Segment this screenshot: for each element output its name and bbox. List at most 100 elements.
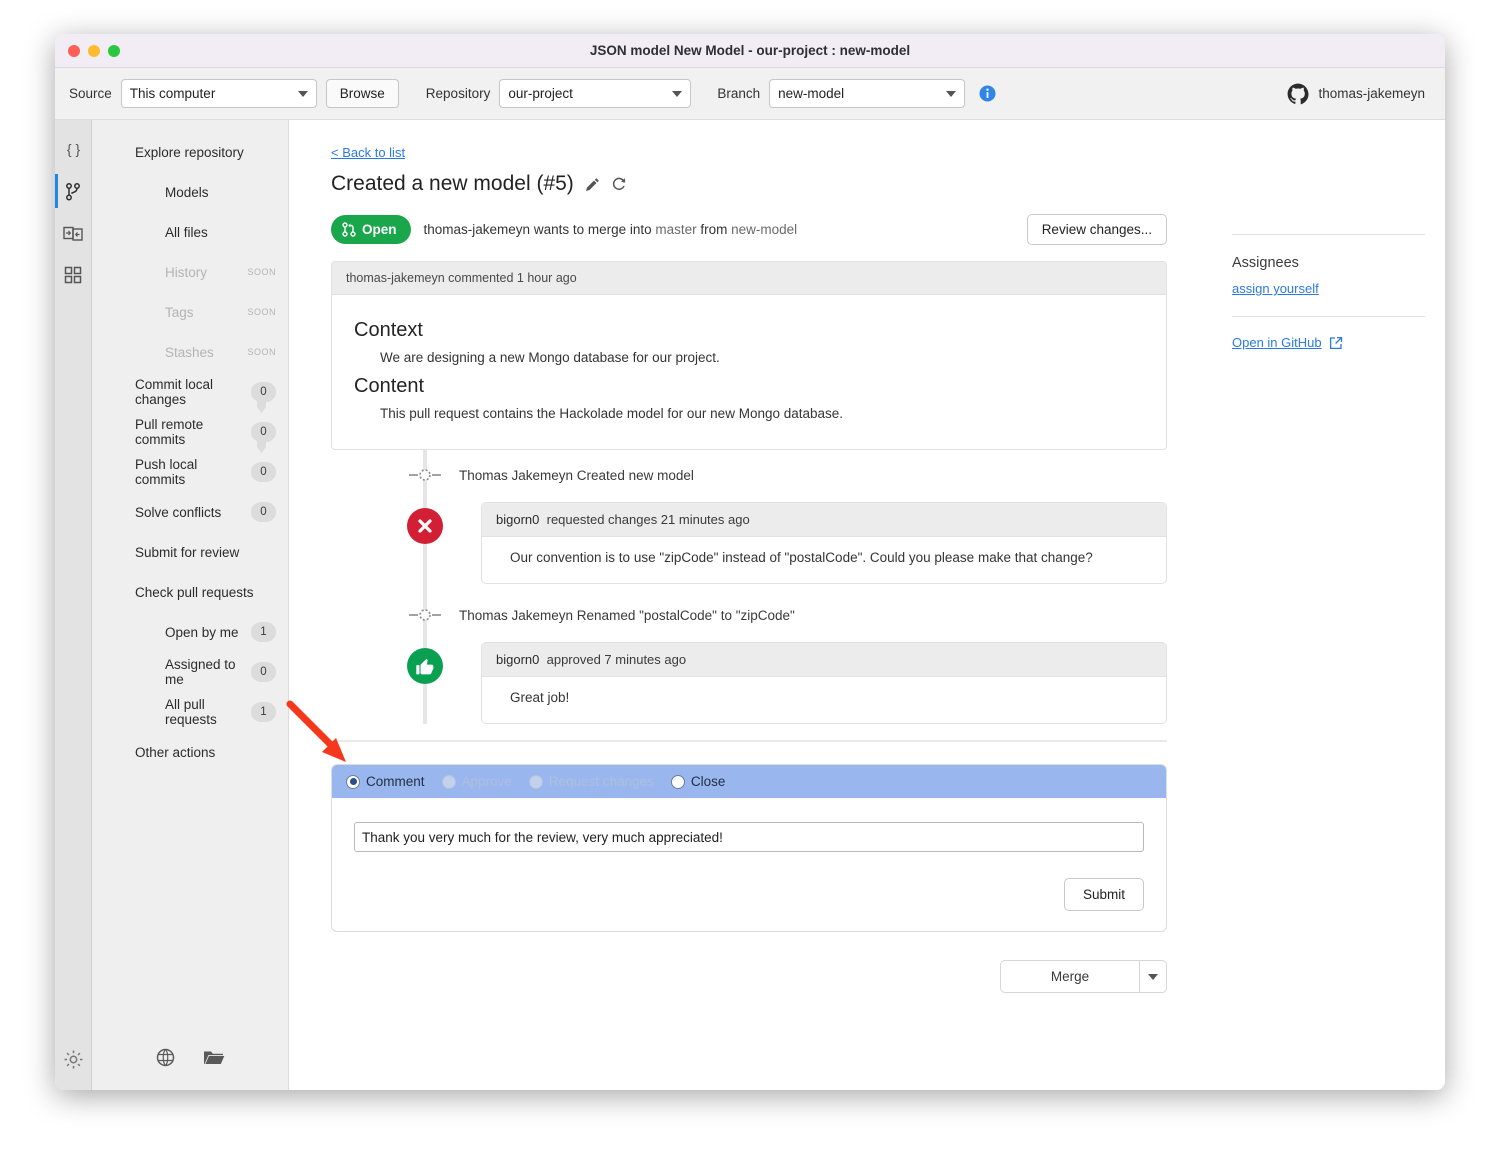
sidebar-item-label: Explore repository [135,144,244,160]
sidebar-item-solve-conflicts[interactable]: Solve conflicts 0 [92,492,288,532]
rejected-icon [418,519,432,533]
sidebar-item-push-local-commits[interactable]: Push local commits 0 [92,452,288,492]
sidebar-item-commit-local-changes[interactable]: Commit local changes 0 [92,372,288,413]
pull-request-icon [342,222,356,237]
external-link-icon [1329,336,1342,349]
radio-button [441,774,456,789]
window-titlebar: JSON model New Model - our-project : new… [55,34,1445,68]
minimize-window-button[interactable] [88,44,100,57]
user-name: thomas-jakemeyn [1318,86,1425,101]
sidebar-item-label: Solve conflicts [135,504,222,520]
sidebar-item-count: 0 [251,382,276,402]
review-card-header: bigorn0 requested changes 21 minutes ago [482,503,1166,537]
commit-node-icon [409,469,441,481]
thumbs-up-icon [407,648,443,684]
close-window-button[interactable] [68,44,80,57]
merge-target-branch: master [655,222,697,237]
sidebar-item-label: History [165,264,208,280]
status-badge: Open [331,215,411,244]
sidebar-item-label: Pull remote commits [135,417,204,447]
pr-description-header: thomas-jakemeyn commented 1 hour ago [332,262,1166,295]
chevron-down-icon [946,90,957,97]
comment-input[interactable] [354,822,1144,852]
sidebar-item-models[interactable]: Models [92,172,288,212]
radio-button[interactable] [346,774,360,789]
review-author: bigorn0 [496,652,540,667]
pencil-icon[interactable] [585,177,600,192]
browse-button[interactable]: Browse [325,79,399,108]
review-card: bigorn0 approved 7 minutes ago Great job… [481,642,1167,724]
description-text: We are designing a new Mongo database fo… [380,350,720,365]
sidebar-item-count: 0 [251,662,276,682]
sidebar-item-label: Open by me [165,624,239,640]
sidebar-item-explore-repository[interactable]: Explore repository [92,132,288,172]
grid-apps-icon[interactable] [55,254,92,296]
source-select[interactable]: This computer [120,79,317,108]
page-title: Created a new model (#5) [331,172,574,195]
pull-request-detail: < Back to list Created a new model (#5) [289,120,1202,1090]
sidebar-item-assigned-to-me[interactable]: Assigned to me 0 [92,652,288,692]
sidebar-item-check-pull-requests[interactable]: Check pull requests [92,572,288,612]
chevron-down-icon [1148,973,1158,980]
repository-label: Repository [425,86,491,101]
sidebar-item-pull-remote-commits[interactable]: Pull remote commits 0 [92,412,288,453]
merge-button[interactable]: Merge [1000,960,1139,993]
sidebar-item-label: Commit local changes [135,377,214,407]
globe-icon[interactable] [156,1048,175,1072]
git-branch-icon[interactable] [55,170,92,212]
radio-button[interactable] [670,774,685,789]
radio-option-label: Comment [366,774,425,789]
gear-icon[interactable] [55,1038,92,1080]
sidebar-item-count: 1 [251,622,276,642]
submit-button[interactable]: Submit [1063,878,1144,911]
soon-tag: SOON [247,347,276,357]
json-braces-icon[interactable]: { } [55,128,92,170]
review-author: bigorn0 [496,512,540,527]
sidebar-item-submit-for-review[interactable]: Submit for review [92,532,288,572]
radio-option-approve: Approve [441,774,512,789]
radio-button [528,774,543,789]
merge-options-button[interactable] [1139,960,1167,993]
description-heading: Content [354,375,425,397]
sidebar-item-label: Push local commits [135,457,198,487]
pr-description-card: thomas-jakemeyn commented 1 hour ago Con… [331,261,1167,450]
radio-option-label: Request changes [548,774,654,789]
timeline-event: Thomas Jakemeyn Renamed "postalCode" to … [331,598,1167,632]
back-to-list-link[interactable]: < Back to list [331,145,405,160]
sidebar-item-label: Models [165,184,209,200]
timeline-event-text: Thomas Jakemeyn Created new model [459,467,694,483]
app-body: { } Explore repository Models All files … [55,120,1445,1090]
folder-open-icon[interactable] [203,1048,225,1072]
radio-option-comment[interactable]: Comment [346,774,425,789]
comment-form-body: Submit [332,798,1166,931]
timeline-review: bigorn0 approved 7 minutes ago Great job… [331,642,1167,724]
icon-rail: { } [55,120,92,1090]
refresh-icon[interactable] [611,176,627,192]
github-icon [1288,83,1309,104]
radio-option-request-changes: Request changes [528,774,654,789]
sidebar-item-open-by-me[interactable]: Open by me 1 [92,612,288,652]
user-account[interactable]: thomas-jakemeyn [1287,83,1431,105]
info-icon[interactable] [979,85,996,102]
submit-row: Submit [354,878,1144,911]
assignees-title: Assignees [1232,255,1299,271]
sidebar-item-count: 0 [251,422,276,442]
assign-yourself-link[interactable]: assign yourself [1202,281,1445,316]
sidebar-item-label: Check pull requests [135,584,254,600]
review-changes-button[interactable]: Review changes... [1026,214,1167,245]
maximize-window-button[interactable] [108,44,120,57]
repository-select[interactable]: our-project [499,79,692,108]
open-in-github-label: Open in GitHub [1232,335,1322,350]
sidebar-item-all-pull-requests[interactable]: All pull requests 1 [92,692,288,732]
sidebar-item-all-files[interactable]: All files [92,212,288,252]
merge-action-row: Merge [331,960,1167,993]
connector-chevron-icon [257,400,266,413]
rejected-icon [407,508,443,544]
open-in-github-link[interactable]: Open in GitHub [1202,317,1445,350]
merge-description: thomas-jakemeyn wants to merge into mast… [424,222,798,237]
radio-option-close[interactable]: Close [670,774,725,789]
branch-select[interactable]: new-model [769,79,966,108]
sidebar-item-other-actions[interactable]: Other actions [92,732,288,772]
review-card-body: Great job! [510,690,570,705]
compare-models-icon[interactable] [55,212,92,254]
